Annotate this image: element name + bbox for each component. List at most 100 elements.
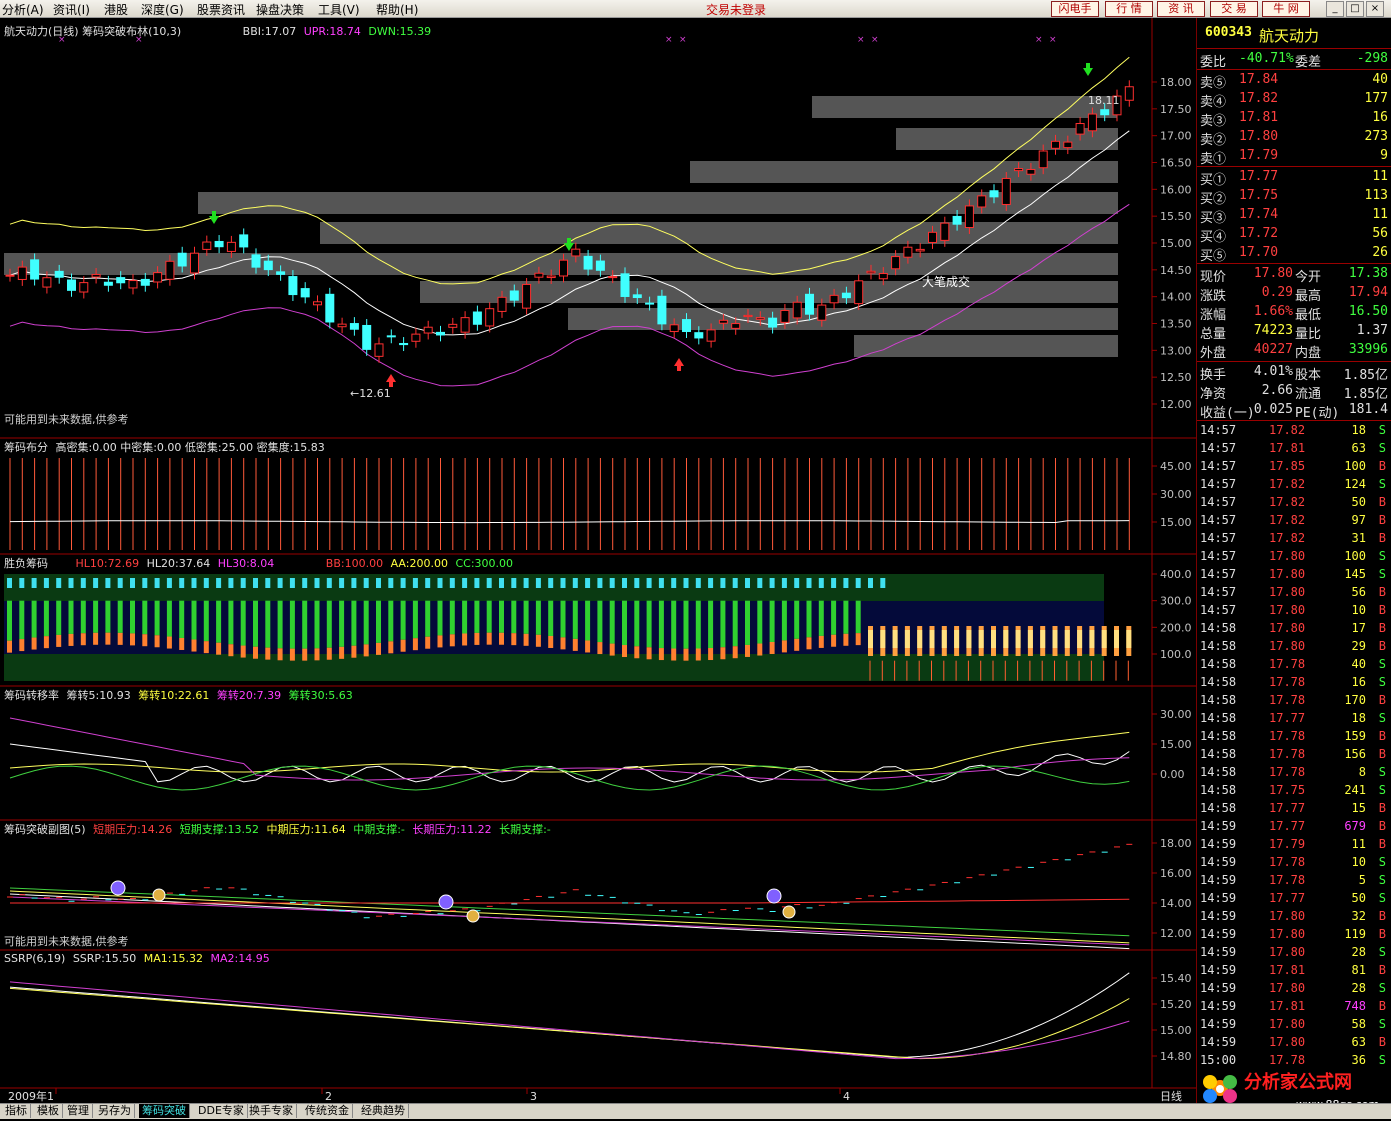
menu-item-0[interactable]: 分析(A) xyxy=(2,1,44,18)
candle-body xyxy=(1087,113,1097,132)
bottom-tab-1[interactable]: 模板 xyxy=(34,1104,63,1118)
cross-mark-icon: × xyxy=(665,35,673,45)
win-chip-bar xyxy=(7,578,12,588)
menu-item-4[interactable]: 股票资讯 xyxy=(197,1,245,18)
tick-volume: 63 xyxy=(1351,1035,1366,1049)
maximize-button[interactable]: □ xyxy=(1346,1,1364,17)
lose-chip-bar xyxy=(19,600,25,640)
y-tick-label: 14.00 xyxy=(1160,291,1192,304)
tick-volume: 97 xyxy=(1351,513,1366,527)
tick-price: 17.78 xyxy=(1269,765,1306,779)
mid-support-value: 中期支撑:- xyxy=(353,823,405,836)
menu-item-2[interactable]: 港股 xyxy=(104,1,128,18)
tick-row: 14:57 17.80 10 B xyxy=(1197,602,1391,620)
lose-chip-bar xyxy=(499,600,504,633)
tick-side: B xyxy=(1378,603,1386,617)
tick-row: 14:59 17.78 10 S xyxy=(1197,854,1391,872)
toolbar-button-3[interactable]: 交 易 xyxy=(1210,1,1258,17)
bottom-tab-6[interactable]: 换手专家 xyxy=(246,1104,297,1118)
tick-side: S xyxy=(1378,783,1386,797)
lose-chip-bar xyxy=(376,600,381,643)
close-button[interactable]: × xyxy=(1366,1,1384,17)
toolbar-button-4[interactable]: 牛 网 xyxy=(1262,1,1310,17)
candle-body xyxy=(325,293,335,323)
candle-body xyxy=(571,248,581,257)
lose-chip-bar xyxy=(732,600,738,647)
tick-row: 14:57 17.82 97 B xyxy=(1197,512,1391,530)
chart-area[interactable]: 18.00 17.50 17.00 16.50 16.00 15.50 15.00 14.50… xyxy=(0,18,1196,1103)
tick-side: B xyxy=(1378,927,1386,941)
y-tick-label: 16.00 xyxy=(1160,867,1192,880)
hl-chip-bar xyxy=(277,648,283,661)
stat-label: 流通 xyxy=(1295,387,1322,402)
hl-chip-bar xyxy=(646,647,652,660)
lose-chip-bar xyxy=(412,600,418,639)
hl-chip-bar xyxy=(868,630,873,648)
menu-item-5[interactable]: 操盘决策 xyxy=(256,1,304,18)
bottom-tab-0[interactable]: 指标 xyxy=(2,1104,31,1118)
toolbar-button-0[interactable]: 闪电手 xyxy=(1051,1,1099,17)
short-support-value: 短期支撑:13.52 xyxy=(179,823,259,836)
hl-chip-bar xyxy=(572,638,578,651)
lose-chip-bar xyxy=(7,600,12,641)
menu-item-6[interactable]: 工具(V) xyxy=(318,1,360,18)
main-chart-title: 航天动力(日线) 筹码突破布林(10,3) xyxy=(4,25,182,38)
hl-chip-bar xyxy=(732,646,738,659)
win-lose-title: 胜负筹码 xyxy=(4,557,48,570)
tick-volume: 50 xyxy=(1351,891,1366,905)
minimize-button[interactable]: _ xyxy=(1326,1,1344,17)
win-chip-bar xyxy=(769,578,775,588)
tick-price: 17.78 xyxy=(1269,675,1306,689)
candle-body xyxy=(792,301,802,319)
bottom-tab-7[interactable]: 传统资金 xyxy=(302,1104,353,1118)
menu-item-1[interactable]: 资讯(I) xyxy=(53,1,90,18)
candle-body xyxy=(940,222,950,241)
y-tick-label: 14.00 xyxy=(1160,897,1192,910)
win-chip-bar xyxy=(499,578,504,588)
tick-time: 14:57 xyxy=(1200,603,1237,617)
menu-item-7[interactable]: 帮助(H) xyxy=(376,1,418,18)
hl-chip-bar xyxy=(978,630,984,648)
win-chip-bar xyxy=(117,578,123,588)
menu-item-3[interactable]: 深度(G) xyxy=(141,1,184,18)
y-tick-label: 17.50 xyxy=(1160,103,1192,116)
candle-body xyxy=(718,319,728,324)
login-status[interactable]: 交易未登录 xyxy=(706,1,766,18)
hl-chip-bar xyxy=(449,634,455,647)
bottom-tab-8[interactable]: 经典趋势 xyxy=(358,1104,409,1118)
hl-chip-bar xyxy=(991,630,996,648)
stat-label: 换手 xyxy=(1200,368,1227,383)
stat-value: 40227 xyxy=(1253,342,1293,357)
lose-chip-bar xyxy=(449,600,455,635)
lose-chip-bar xyxy=(80,600,86,634)
win-chip-bar xyxy=(708,578,714,588)
toolbar-button-1[interactable]: 行 情 xyxy=(1105,1,1153,17)
hl-chip-bar xyxy=(708,648,714,661)
candle-body xyxy=(977,195,987,208)
lose-chip-bar xyxy=(757,600,763,644)
lose-chip-bar xyxy=(253,600,258,647)
bottom-tab-3[interactable]: 另存为 xyxy=(95,1104,135,1118)
z20-value: 筹转20:7.39 xyxy=(216,689,282,702)
tick-volume: 56 xyxy=(1351,585,1366,599)
ma1-line xyxy=(9,987,1130,1060)
buy-level-price: 17.72 xyxy=(1239,226,1279,241)
ssrp-title: SSRP(6,19) xyxy=(4,952,66,965)
candle-body xyxy=(313,301,322,306)
bottom-tab-5[interactable]: DDE专家 xyxy=(195,1104,248,1118)
bottom-tab-2[interactable]: 管理 xyxy=(64,1104,93,1118)
hl-chip-bar xyxy=(745,644,750,657)
tick-price: 17.80 xyxy=(1269,1035,1306,1049)
tick-time: 14:58 xyxy=(1200,711,1237,725)
tick-price: 17.78 xyxy=(1269,693,1306,707)
toolbar-button-2[interactable]: 资 讯 xyxy=(1157,1,1205,17)
hl-chip-bar xyxy=(671,648,677,661)
lose-chip-bar xyxy=(535,600,541,635)
tick-row: 14:57 17.81 63 S xyxy=(1197,440,1391,458)
tick-time: 14:58 xyxy=(1200,639,1237,653)
bottom-tab-4[interactable]: 筹码突破 xyxy=(139,1104,190,1118)
stock-code: 600343 xyxy=(1205,25,1252,40)
short-support-line xyxy=(9,887,1130,937)
tick-volume: 241 xyxy=(1344,783,1366,797)
stat-value: 33996 xyxy=(1348,342,1388,357)
